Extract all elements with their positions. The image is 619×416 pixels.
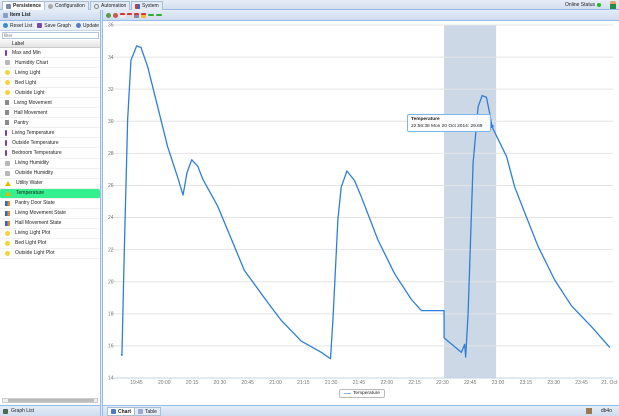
x-tick-label: 21:15 [297, 380, 310, 386]
legend-label: Temperature [353, 391, 380, 396]
database-icon [586, 408, 592, 414]
y-tick-label: 32 [108, 87, 114, 93]
temperature-series-line [120, 45, 611, 360]
tab-chart[interactable]: Chart [107, 407, 136, 416]
y-tick-label: 16 [108, 344, 114, 350]
x-tick-label: 20:45 [241, 380, 254, 386]
y-tick-label: 30 [108, 119, 114, 125]
tooltip-text: 22:56:38 Mon 20 Oct 2014: 29.69 [411, 123, 483, 129]
highlight-band [444, 25, 497, 378]
chart-tooltip: Temperature 22:56:38 Mon 20 Oct 2014: 29.… [407, 114, 491, 132]
x-tick-label: 20:00 [158, 380, 171, 386]
y-tick-label: 36 [108, 23, 114, 29]
chart-icon [111, 409, 116, 414]
x-tick-label: 21:30 [325, 380, 338, 386]
x-tick-label: 19:45 [130, 380, 143, 386]
x-tick-label: 23:15 [520, 380, 533, 386]
temperature-chart[interactable]: 14 16 18 20 22 24 26 28 30 32 34 36 19:45 20:00 20:15 2… [1, 0, 619, 416]
x-tick-label: 22:45 [464, 380, 477, 386]
y-tick-label: 18 [108, 312, 114, 318]
tab-label: Table [145, 408, 157, 415]
legend-line-icon [344, 393, 351, 394]
x-tick-label: 23:00 [492, 380, 505, 386]
x-tick-label: 22:15 [408, 380, 421, 386]
view-tab-bar: Chart Table db4o [103, 405, 619, 416]
x-tick-label: 20:30 [214, 380, 227, 386]
x-tick-label: 23:45 [575, 380, 588, 386]
chart-panel: 14 16 18 20 22 24 26 28 30 32 34 36 19:45 20:00 20:15 2… [102, 10, 619, 416]
x-tick-label: 22:00 [381, 380, 394, 386]
y-tick-label: 20 [108, 279, 114, 285]
y-tick-label: 22 [108, 247, 114, 253]
x-tick-label: 23:30 [547, 380, 560, 386]
x-tick-label: 20:15 [186, 380, 199, 386]
x-tick-label: 22:30 [436, 380, 449, 386]
database-label: db4o [600, 408, 612, 414]
table-icon [138, 409, 143, 414]
y-tick-label: 34 [108, 55, 114, 61]
tab-table[interactable]: Table [134, 407, 161, 416]
y-tick-label: 26 [108, 183, 114, 189]
x-tick-label: 21:45 [353, 380, 366, 386]
y-tick-label: 14 [108, 376, 114, 382]
tab-label: Chart [118, 408, 132, 415]
x-tick-label: 21. Oct [601, 380, 618, 386]
y-tick-label: 28 [108, 151, 114, 157]
y-tick-label: 24 [108, 215, 114, 221]
chart-legend[interactable]: Temperature [339, 389, 385, 398]
x-tick-label: 21:00 [269, 380, 282, 386]
